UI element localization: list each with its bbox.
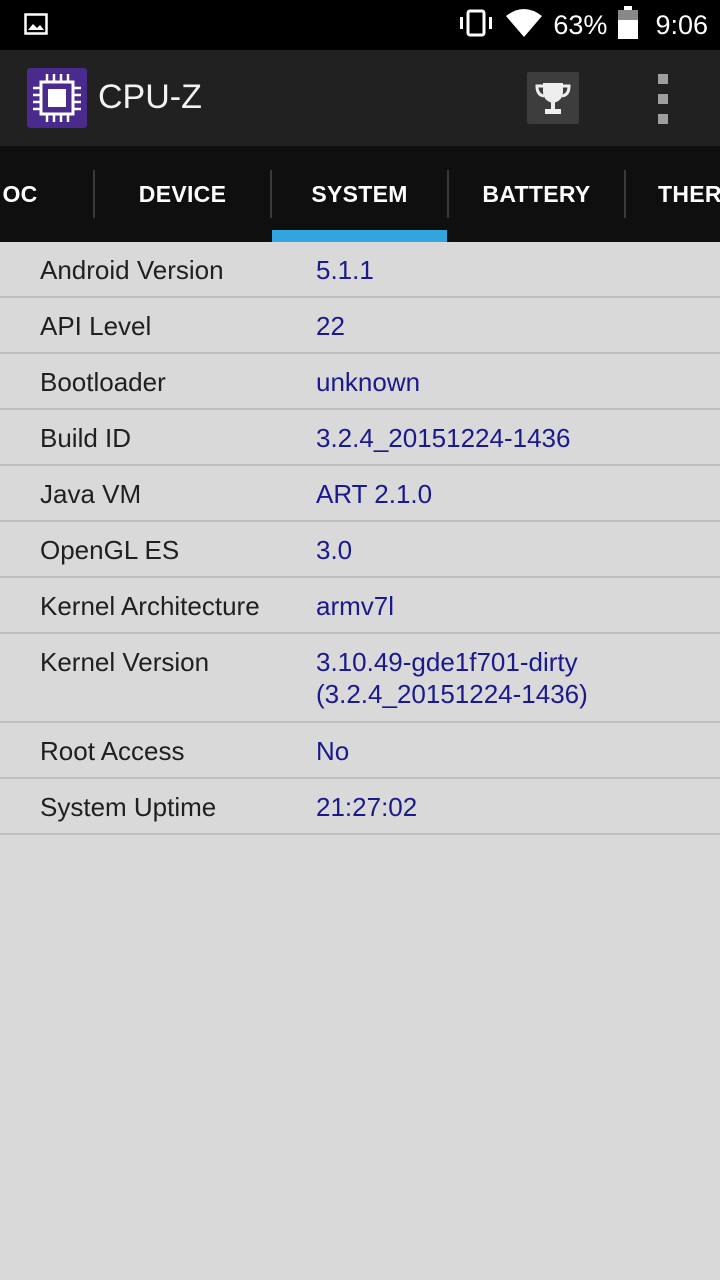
row-label: Root Access — [40, 736, 185, 766]
list-item: Build ID 3.2.4_20151224-1436 — [0, 410, 720, 466]
row-value: ART 2.1.0 — [316, 479, 433, 509]
list-item: OpenGL ES 3.0 — [0, 522, 720, 578]
row-label: OpenGL ES — [40, 535, 180, 565]
list-item: Kernel Version 3.10.49-gde1f701-dirty (3… — [0, 634, 720, 723]
app-title: CPU-Z — [98, 78, 202, 116]
row-value: 3.10.49-gde1f701-dirty (3.2.4_20151224-1… — [316, 646, 588, 710]
row-value: unknown — [316, 367, 421, 397]
trophy-icon — [535, 83, 571, 114]
image-icon — [24, 13, 48, 40]
list-item: Java VM ART 2.1.0 — [0, 466, 720, 522]
cpu-logo-icon — [27, 68, 87, 128]
list-item: Root Access No — [0, 723, 720, 779]
row-label: Build ID — [40, 423, 132, 453]
row-label: Bootloader — [40, 367, 166, 397]
row-label: Java VM — [40, 479, 142, 509]
clock: 9:06 — [655, 9, 708, 40]
app-bar: CPU-Z — [0, 50, 720, 146]
wifi-icon — [505, 8, 543, 43]
row-value: 22 — [316, 311, 345, 341]
tab-device[interactable]: DEVICE — [95, 146, 270, 242]
tab-bar: OC DEVICE SYSTEM BATTERY THER — [0, 146, 720, 242]
tab-battery[interactable]: BATTERY — [449, 146, 624, 242]
row-value: 3.2.4_20151224-1436 — [316, 423, 571, 453]
row-label: Kernel Architecture — [40, 591, 260, 621]
row-value: No — [316, 736, 350, 766]
row-value-line: (3.2.4_20151224-1436) — [316, 679, 588, 709]
row-value: armv7l — [316, 591, 395, 621]
status-bar: 63% 9:06 — [0, 0, 720, 50]
system-info-list: Android Version 5.1.1 API Level 22 Bootl… — [0, 242, 720, 835]
row-label: Android Version — [40, 255, 224, 285]
overflow-menu-icon[interactable] — [648, 74, 678, 124]
trophy-button[interactable] — [527, 72, 579, 124]
list-item: API Level 22 — [0, 298, 720, 354]
tab-system[interactable]: SYSTEM — [272, 146, 447, 242]
row-value: 3.0 — [316, 535, 353, 565]
battery-percent: 63% — [553, 9, 608, 40]
list-item: System Uptime 21:27:02 — [0, 779, 720, 835]
list-item: Bootloader unknown — [0, 354, 720, 410]
row-value-line: 3.10.49-gde1f701-dirty — [316, 647, 578, 677]
list-item: Android Version 5.1.1 — [0, 242, 720, 298]
row-value: 21:27:02 — [316, 792, 418, 822]
tab-soc[interactable]: OC — [0, 146, 50, 242]
row-value: 5.1.1 — [316, 255, 374, 285]
row-label: Kernel Version — [40, 647, 210, 677]
tab-thermal[interactable]: THER — [626, 146, 720, 242]
vibrate-icon — [457, 9, 495, 42]
row-label: API Level — [40, 311, 152, 341]
list-item: Kernel Architecture armv7l — [0, 578, 720, 634]
active-tab-indicator — [272, 230, 447, 242]
row-label: System Uptime — [40, 792, 217, 822]
battery-icon — [617, 5, 639, 45]
